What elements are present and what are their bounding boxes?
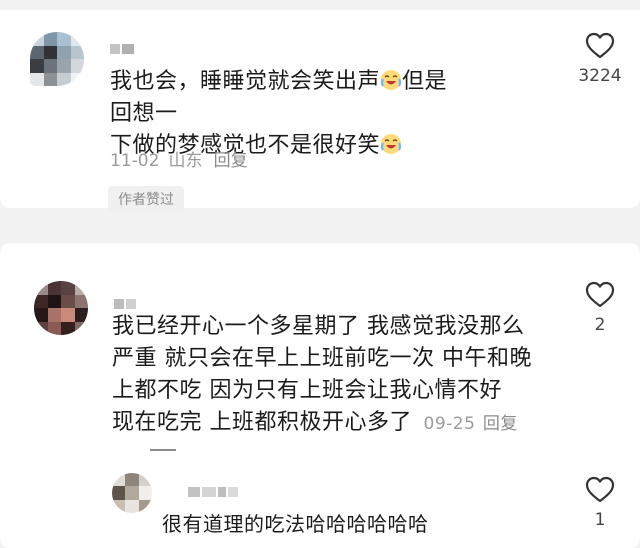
like-button[interactable]: 3224 xyxy=(570,32,630,86)
reply-like-button[interactable]: 1 xyxy=(570,476,630,530)
like-count: 3224 xyxy=(578,66,622,86)
underline-mark xyxy=(150,449,176,451)
heart-outline-icon xyxy=(585,476,615,503)
reply-avatar[interactable] xyxy=(112,473,152,513)
comment-meta: 11-02 山东 回复 xyxy=(110,146,248,171)
avatar[interactable] xyxy=(30,32,84,86)
comment-text: 我已经开心一个多星期了 我感觉我没那么 严重 就只会在早上上班前吃一次 中午和晚… xyxy=(112,314,532,435)
laughing-crying-emoji-icon xyxy=(380,134,402,154)
username-mosaic[interactable] xyxy=(110,44,134,54)
reply-button[interactable]: 回复 xyxy=(483,414,518,434)
like-button[interactable]: 2 xyxy=(570,281,630,335)
author-liked-badge: 作者赞过 xyxy=(108,186,184,212)
reply-button[interactable]: 回复 xyxy=(214,151,248,171)
comment-location: 山东 xyxy=(168,151,203,171)
comment-card-2: 我已经开心一个多星期了 我感觉我没那么 严重 就只会在早上上班前吃一次 中午和晚… xyxy=(0,243,640,548)
laughing-crying-emoji-icon xyxy=(380,70,402,90)
username-mosaic[interactable] xyxy=(114,299,136,309)
comment-date: 11-02 xyxy=(110,151,160,171)
heart-outline-icon xyxy=(585,281,615,308)
heart-outline-icon xyxy=(585,32,615,59)
like-count: 1 xyxy=(594,510,606,530)
reply-username-mosaic[interactable] xyxy=(188,487,238,497)
comment-date: 09-25 xyxy=(423,414,476,434)
avatar[interactable] xyxy=(34,281,88,335)
reply-text: 很有道理的吃法哈哈哈哈哈哈 xyxy=(162,512,429,536)
comment-card-1: 我也会，睡睡觉就会笑出声 但是回想一 下做的梦感觉也不是很好笑 11-02 山东 … xyxy=(0,10,640,212)
like-count: 2 xyxy=(594,315,606,335)
